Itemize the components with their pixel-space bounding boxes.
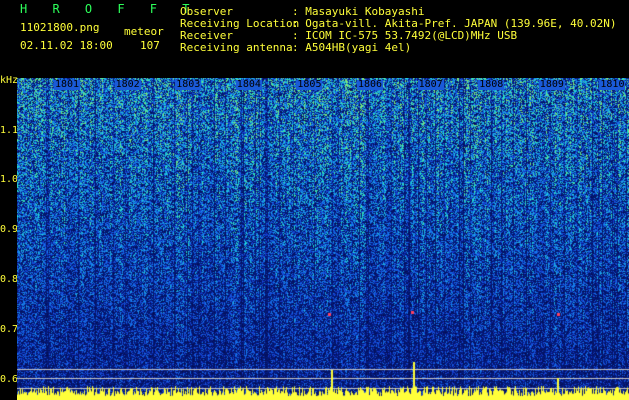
tick-label-0-7: 0.7 bbox=[0, 324, 19, 335]
time-label-1803: 1803 bbox=[175, 79, 202, 90]
tick-label-1-1: 1.1 bbox=[0, 125, 19, 136]
time-label-1801: 1801 bbox=[54, 79, 81, 90]
tick-label-0-8: 0.8 bbox=[0, 274, 19, 285]
time-label-1802: 1802 bbox=[114, 79, 141, 90]
time-label-1807: 1807 bbox=[417, 79, 444, 90]
meteor-count: 107 bbox=[140, 39, 160, 52]
time-label-1810: 1810 bbox=[599, 79, 626, 90]
time-label-1806: 1806 bbox=[357, 79, 384, 90]
spectrogram-canvas bbox=[17, 78, 629, 400]
time-label-1808: 1808 bbox=[478, 79, 505, 90]
time-label-1804: 1804 bbox=[235, 79, 262, 90]
tick-label-1-0: 1.0 bbox=[0, 174, 19, 185]
time-label-1805: 1805 bbox=[296, 79, 323, 90]
meteor-label: meteor bbox=[124, 25, 164, 38]
tick-label-0-6: 0.6 bbox=[0, 374, 19, 385]
tick-label-0-9: 0.9 bbox=[0, 224, 19, 235]
filename: 11021800.png bbox=[20, 21, 100, 34]
axis-unit-label: kHz bbox=[0, 75, 19, 86]
antenna-label: Receiving antenna bbox=[180, 41, 293, 54]
antenna-value: : A504HB(yagi 4el) bbox=[292, 41, 412, 54]
app-title: H R O F F T bbox=[20, 2, 199, 16]
time-label-1809: 1809 bbox=[538, 79, 565, 90]
datetime: 02.11.02 18:00 bbox=[20, 39, 113, 52]
